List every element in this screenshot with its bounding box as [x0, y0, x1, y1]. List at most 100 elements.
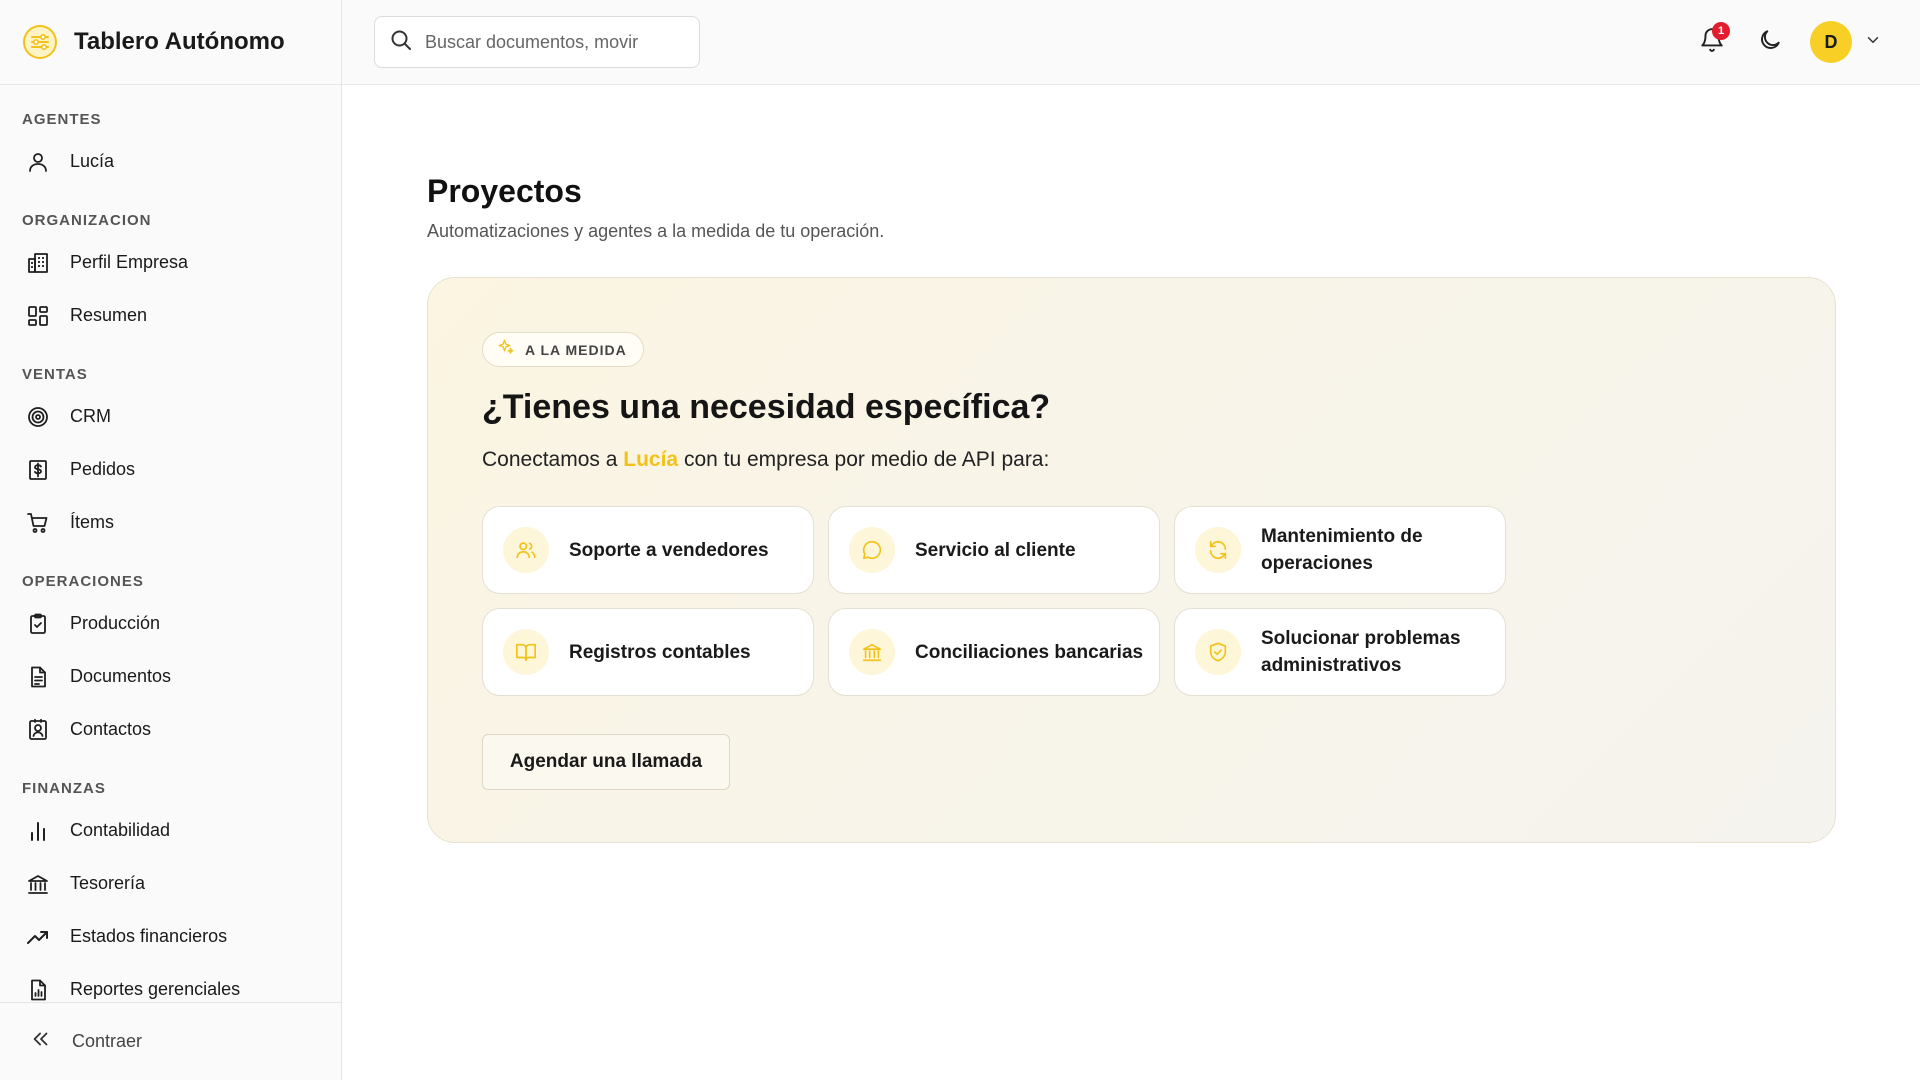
tile-servicio-cliente[interactable]: Servicio al cliente: [828, 506, 1160, 594]
schedule-call-button[interactable]: Agendar una llamada: [482, 734, 730, 790]
tile-label: Solucionar problemas administrativos: [1261, 628, 1461, 676]
bank-icon: [24, 870, 52, 898]
section-label: ORGANIZACION: [22, 212, 152, 229]
brand: Tablero Autónomo: [0, 0, 341, 85]
custom-project-card: A LA MEDIDA ¿Tienes una necesidad especí…: [427, 277, 1836, 843]
section-label: FINANZAS: [22, 780, 106, 797]
users-icon: [503, 527, 549, 573]
sidebar-item-label: Producción: [70, 613, 161, 633]
logo-icon: [22, 24, 58, 60]
sidebar-item-label: Lucía: [70, 151, 115, 171]
avatar[interactable]: D: [1810, 21, 1852, 63]
tile-soporte-vendedores[interactable]: Soporte a vendedores: [482, 506, 814, 594]
section-finanzas: FINANZAS Contabilidad Tesorería Estados …: [0, 778, 341, 1016]
section-operaciones: OPERACIONES Producción Documentos Contac…: [0, 571, 341, 756]
main-content: Proyectos Automatizaciones y agentes a l…: [342, 85, 1920, 1080]
moon-icon: [1757, 27, 1783, 58]
chevron-down-icon: [1864, 31, 1882, 54]
section-agentes: AGENTES Lucía: [0, 109, 341, 188]
bar-chart-icon: [24, 817, 52, 845]
topbar: 1 D: [342, 0, 1920, 85]
sidebar-item-label: Contabilidad: [70, 820, 171, 840]
section-organizacion: ORGANIZACION Perfil Empresa Resumen: [0, 210, 341, 342]
sidebar-item-contactos[interactable]: Contactos: [0, 703, 341, 756]
tile-label: Conciliaciones bancarias: [915, 641, 1144, 663]
sidebar-item-resumen[interactable]: Resumen: [0, 289, 341, 342]
target-icon: [24, 403, 52, 431]
tile-label: Registros contables: [569, 641, 751, 663]
sidebar-item-pedidos[interactable]: Pedidos: [0, 443, 341, 496]
desc-prefix: Conectamos a: [482, 448, 624, 471]
theme-toggle-button[interactable]: [1750, 20, 1790, 64]
sidebar-item-label: Estados financieros: [70, 926, 228, 946]
sidebar-item-label: Documentos: [70, 666, 172, 686]
chevrons-left-icon: [30, 1028, 52, 1055]
sidebar-item-tesoreria[interactable]: Tesorería: [0, 857, 341, 910]
sidebar-item-items[interactable]: Ítems: [0, 496, 341, 549]
sidebar-item-label: Pedidos: [70, 459, 136, 479]
tile-label: Soporte a vendedores: [569, 539, 769, 561]
collapse-sidebar-button[interactable]: Contraer: [0, 1002, 342, 1080]
sidebar-item-label: Contactos: [70, 719, 152, 739]
building-icon: [24, 249, 52, 277]
section-label: AGENTES: [22, 111, 102, 128]
sidebar-item-label: Perfil Empresa: [70, 252, 189, 272]
shield-check-icon: [1195, 629, 1241, 675]
page-subtitle: Automatizaciones y agentes a la medida d…: [427, 221, 885, 241]
card-title: ¿Tienes una necesidad específica?: [482, 388, 1051, 426]
sidebar-item-label: Tesorería: [70, 873, 146, 893]
sidebar-item-estados-financieros[interactable]: Estados financieros: [0, 910, 341, 963]
tile-label: Mantenimiento de operaciones: [1261, 526, 1423, 574]
user-menu-button[interactable]: [1862, 31, 1884, 54]
agent-highlight: Lucía: [623, 448, 679, 471]
book-icon: [503, 629, 549, 675]
collapse-label: Contraer: [72, 1031, 143, 1051]
sidebar-item-produccion[interactable]: Producción: [0, 597, 341, 650]
search-input[interactable]: [425, 31, 675, 53]
notifications-button[interactable]: 1: [1692, 20, 1732, 64]
tile-label: Servicio al cliente: [915, 539, 1076, 561]
dashboard-icon: [24, 302, 52, 330]
sparkles-icon: [497, 338, 515, 361]
cart-icon: [24, 509, 52, 537]
sidebar-item-lucia[interactable]: Lucía: [0, 135, 341, 188]
sidebar-item-label: Ítems: [70, 512, 115, 532]
sidebar-item-label: Reportes gerenciales: [70, 979, 241, 999]
sidebar-item-label: CRM: [70, 406, 111, 426]
sidebar-nav: AGENTES Lucía ORGANIZACION Perfil Empres…: [0, 85, 341, 1016]
document-icon: [24, 663, 52, 691]
card-description: Conectamos a Lucía con tu empresa por me…: [482, 448, 1049, 472]
search-box: [374, 16, 700, 68]
tile-conciliaciones-bancarias[interactable]: Conciliaciones bancarias: [828, 608, 1160, 696]
trend-up-icon: [24, 923, 52, 951]
contact-icon: [24, 716, 52, 744]
sidebar-item-label: Resumen: [70, 305, 148, 325]
notification-badge: 1: [1712, 22, 1730, 40]
sidebar-item-contabilidad[interactable]: Contabilidad: [0, 804, 341, 857]
report-icon: [24, 976, 52, 1004]
tag-label: A LA MEDIDA: [525, 341, 627, 358]
user-icon: [24, 148, 52, 176]
sidebar-item-crm[interactable]: CRM: [0, 390, 341, 443]
tile-problemas-administrativos[interactable]: Solucionar problemas administrativos: [1174, 608, 1506, 696]
sidebar-item-perfil-empresa[interactable]: Perfil Empresa: [0, 236, 341, 289]
tile-mantenimiento-operaciones[interactable]: Mantenimiento de operaciones: [1174, 506, 1506, 594]
clipboard-check-icon: [24, 610, 52, 638]
section-label: OPERACIONES: [22, 573, 144, 590]
dollar-receipt-icon: [24, 456, 52, 484]
app-title: Tablero Autónomo: [74, 28, 285, 55]
tile-registros-contables[interactable]: Registros contables: [482, 608, 814, 696]
use-case-grid: Soporte a vendedores Servicio al cliente…: [482, 506, 1506, 696]
refresh-icon: [1195, 527, 1241, 573]
sidebar-item-documentos[interactable]: Documentos: [0, 650, 341, 703]
chat-bubble-icon: [849, 527, 895, 573]
page-title: Proyectos: [427, 173, 582, 209]
search-icon: [389, 28, 413, 57]
desc-suffix: con tu empresa por medio de API para:: [678, 448, 1050, 471]
sidebar: Tablero Autónomo AGENTES Lucía ORGANIZAC…: [0, 0, 342, 1080]
section-label: VENTAS: [22, 366, 88, 383]
tag-badge: A LA MEDIDA: [482, 332, 644, 367]
section-ventas: VENTAS CRM Pedidos Ítems: [0, 364, 341, 549]
bank-icon: [849, 629, 895, 675]
top-actions: 1 D: [1692, 20, 1884, 64]
